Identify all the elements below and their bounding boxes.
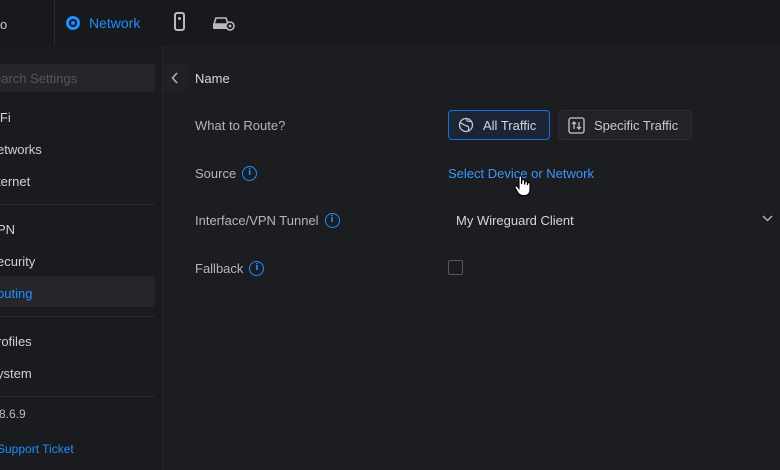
vpn-tunnel-select[interactable]: My Wireguard Client	[448, 204, 780, 236]
route-label: What to Route?	[195, 118, 286, 133]
all-traffic-button[interactable]: All Traffic	[448, 110, 550, 140]
name-row: Name	[195, 71, 230, 86]
fallback-row: Fallback i	[195, 261, 265, 276]
search-placeholder: earch Settings	[0, 71, 78, 86]
info-icon[interactable]: i	[249, 261, 265, 276]
sidebar-item-system[interactable]: ystem	[0, 366, 32, 381]
fallback-checkbox[interactable]	[448, 260, 463, 275]
sidebar-item-vpn[interactable]: PN	[0, 222, 15, 237]
all-traffic-label: All Traffic	[483, 117, 537, 133]
sidebar-divider	[0, 316, 155, 317]
info-icon[interactable]: i	[242, 166, 258, 181]
name-label: Name	[195, 71, 230, 86]
source-label: Source	[195, 166, 237, 181]
interface-row: Interface/VPN Tunnel i	[195, 213, 340, 228]
topbar-divider	[54, 0, 55, 46]
device-icon[interactable]	[174, 12, 185, 31]
back-button[interactable]	[163, 64, 187, 92]
top-bar: o Network	[0, 0, 780, 46]
tab-network[interactable]: Network	[66, 0, 140, 46]
gateway-settings-icon[interactable]	[212, 14, 236, 32]
app-logo-fragment[interactable]: o	[0, 17, 7, 32]
specific-traffic-button[interactable]: Specific Traffic	[558, 110, 692, 140]
sidebar-item-networks[interactable]: etworks	[0, 142, 42, 157]
hand-cursor-icon	[514, 175, 531, 197]
sidebar-item-profiles[interactable]: rofiles	[0, 334, 32, 349]
source-row: Source i	[195, 166, 258, 181]
specific-traffic-label: Specific Traffic	[594, 117, 679, 133]
sidebar-item-wifi[interactable]: iFi	[0, 110, 11, 125]
globe-icon	[458, 117, 474, 133]
sidebar: earch Settings iFi etworks ternet PN ecu…	[0, 46, 163, 470]
sidebar-divider	[0, 396, 155, 397]
sidebar-item-internet[interactable]: ternet	[0, 174, 30, 189]
vpn-tunnel-value: My Wireguard Client	[456, 213, 574, 228]
sidebar-divider	[0, 204, 155, 205]
interface-label: Interface/VPN Tunnel	[195, 213, 319, 228]
chevron-left-icon	[171, 72, 178, 84]
network-icon	[66, 16, 80, 30]
version-label: 8.6.9	[0, 407, 26, 421]
support-ticket-link[interactable]: Support Ticket	[0, 442, 74, 456]
sidebar-item-security[interactable]: ecurity	[0, 254, 35, 269]
sidebar-item-routing[interactable]: outing	[0, 286, 32, 301]
fallback-label: Fallback	[195, 261, 244, 276]
route-row: What to Route?	[195, 118, 285, 133]
sort-arrows-icon	[568, 116, 585, 134]
info-icon[interactable]: i	[324, 213, 340, 228]
search-input[interactable]: earch Settings	[0, 64, 155, 92]
tab-network-label: Network	[89, 15, 141, 31]
chevron-down-icon	[762, 215, 773, 222]
